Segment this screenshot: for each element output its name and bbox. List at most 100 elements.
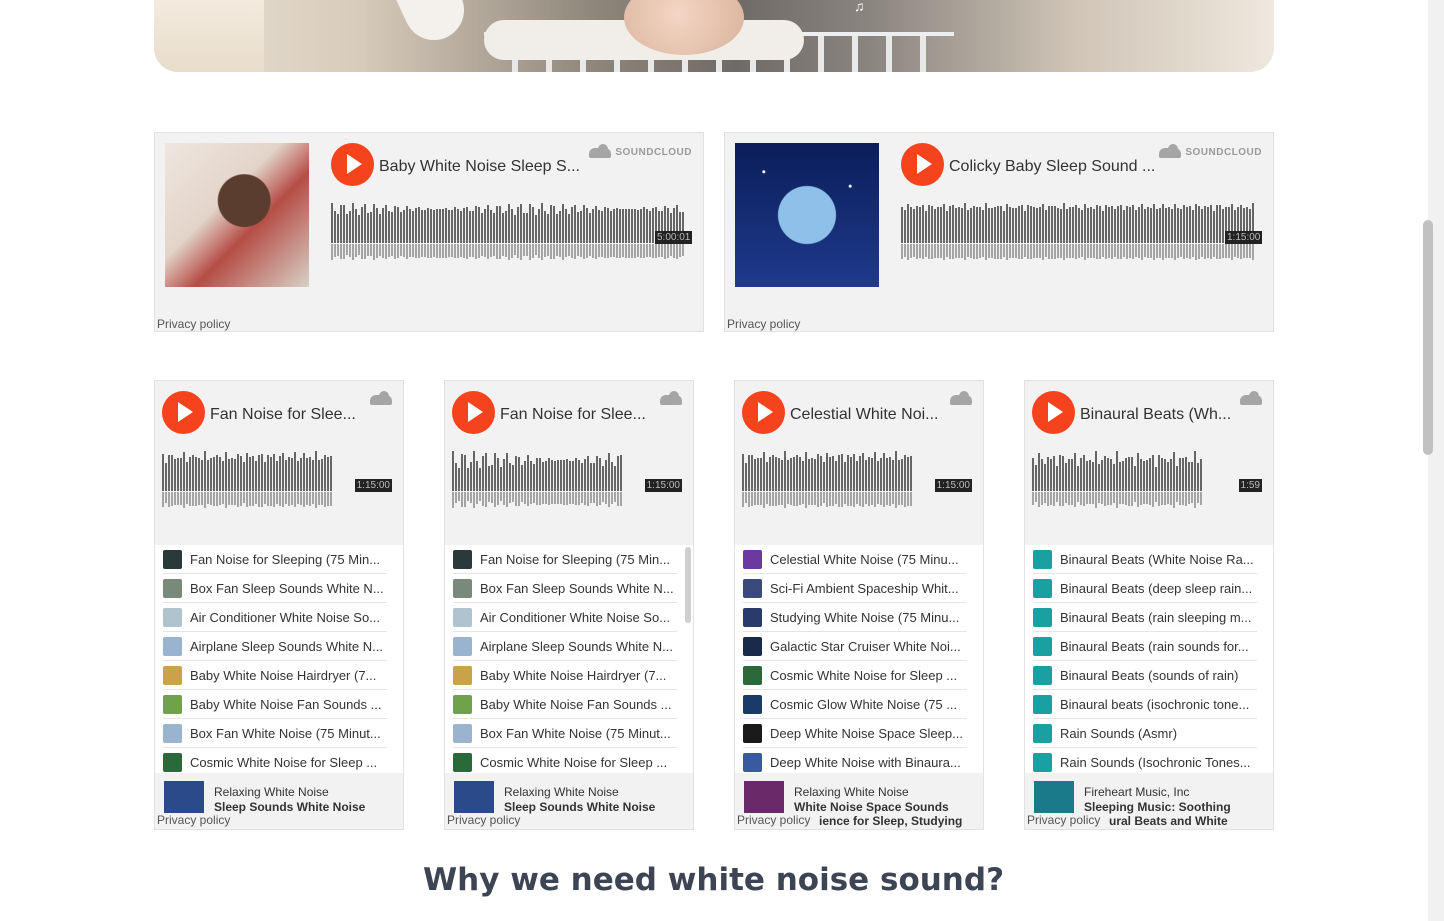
track-thumbnail [1033,665,1052,685]
soundcloud-logo[interactable] [370,391,392,405]
play-button[interactable] [901,143,944,186]
playlist-track[interactable]: Box Fan White Noise (75 Minut... [163,719,387,748]
playlist-track[interactable]: Box Fan White Noise (75 Minut... [453,719,677,748]
track-name: Box Fan Sleep Sounds White N... [480,580,674,596]
play-button[interactable] [742,391,785,434]
playlist-track[interactable]: Binaural Beats (rain sleeping m... [1033,603,1257,632]
playlist-track-list[interactable]: Fan Noise for Sleeping (75 Min... Box Fa… [445,545,693,773]
playlist-track[interactable]: Baby White Noise Fan Sounds ... [453,690,677,719]
track-thumbnail [1033,607,1052,627]
playlist-name[interactable]: Sleeping Music: Soothing [1084,800,1231,814]
playlist-name[interactable]: White Noise Space Sounds [794,800,949,814]
track-thumbnail [453,607,472,627]
playlist-artist[interactable]: Fireheart Music, Inc [1084,785,1189,799]
playlist-track[interactable]: Airplane Sleep Sounds White N... [453,632,677,661]
play-button[interactable] [331,143,374,186]
playlist-track[interactable]: Binaural Beats (sounds of rain) [1033,661,1257,690]
playlist-track[interactable]: Airplane Sleep Sounds White N... [163,632,387,661]
playlist-track[interactable]: Rain Sounds (Isochronic Tones... [1033,748,1257,773]
playlist-track-list[interactable]: Fan Noise for Sleeping (75 Min... Box Fa… [155,545,403,773]
playlist-track[interactable]: Deep White Noise with Binaura... [743,748,967,773]
playlist-track-list[interactable]: Celestial White Noise (75 Minu... Sci-Fi… [735,545,983,773]
playlist-track-list[interactable]: Binaural Beats (White Noise Ra... Binaur… [1025,545,1273,773]
playlist-artist[interactable]: Relaxing White Noise [214,785,329,799]
playlist-track[interactable]: Fan Noise for Sleeping (75 Min... [453,545,677,574]
playlist-track[interactable]: Cosmic Glow White Noise (75 ... [743,690,967,719]
soundcloud-logo[interactable] [1240,391,1262,405]
playlist-name[interactable]: Sleep Sounds White Noise [214,800,365,814]
play-button[interactable] [452,391,495,434]
waveform[interactable] [452,451,622,491]
privacy-policy-link[interactable]: Privacy policy [447,813,521,827]
track-name: Baby White Noise Fan Sounds ... [480,696,672,712]
track-thumbnail [453,578,472,598]
track-title[interactable]: Baby White Noise Sleep S... [379,158,580,176]
playlist-artwork[interactable] [164,781,204,813]
playlist-track[interactable]: Baby White Noise Hairdryer (7... [453,661,677,690]
playlist-track[interactable]: Galactic Star Cruiser White Noi... [743,632,967,661]
playlist-track[interactable]: Rain Sounds (Asmr) [1033,719,1257,748]
play-button[interactable] [162,391,205,434]
hero-lamp [394,0,474,50]
playlist-track[interactable]: Sci-Fi Ambient Spaceship Whit... [743,574,967,603]
waveform[interactable] [162,451,332,491]
playlist-track[interactable]: Binaural beats (isochronic tone... [1033,690,1257,719]
waveform[interactable] [742,451,912,491]
playlist-track[interactable]: Binaural Beats (deep sleep rain... [1033,574,1257,603]
waveform[interactable] [331,203,684,243]
privacy-policy-link[interactable]: Privacy policy [737,813,811,827]
playlist-track[interactable]: Binaural Beats (White Noise Ra... [1033,545,1257,574]
soundcloud-logo[interactable] [950,391,972,405]
soundcloud-logo[interactable] [660,391,682,405]
playlist-track[interactable]: Fan Noise for Sleeping (75 Min... [163,545,387,574]
playlist-track[interactable]: Studying White Noise (75 Minu... [743,603,967,632]
privacy-policy-link[interactable]: Privacy policy [157,813,231,827]
playlist-track[interactable]: Cosmic White Noise for Sleep ... [743,661,967,690]
playlist-footer: Relaxing White Noise White Noise Space S… [735,773,983,829]
playlist-artwork[interactable] [744,781,784,813]
play-button[interactable] [1032,391,1075,434]
playlist-track[interactable]: Cosmic White Noise for Sleep ... [453,748,677,773]
soundcloud-logo[interactable]: SOUNDCLOUD [1159,143,1262,158]
playlist-title[interactable]: Binaural Beats (Wh... [1080,406,1231,424]
playlist-title[interactable]: Celestial White Noi... [790,406,939,424]
playlist-track[interactable]: Deep White Noise Space Sleep... [743,719,967,748]
playlist-track[interactable]: Baby White Noise Fan Sounds ... [163,690,387,719]
playlist-artwork[interactable] [454,781,494,813]
playlist-track[interactable]: Baby White Noise Hairdryer (7... [163,661,387,690]
playlist-artwork[interactable] [1034,781,1074,813]
privacy-policy-link[interactable]: Privacy policy [157,317,230,331]
track-artwork[interactable] [735,143,879,287]
playlist-footer: Relaxing White Noise Sleep Sounds White … [155,773,403,829]
playlist-track[interactable]: Box Fan Sleep Sounds White N... [163,574,387,603]
privacy-policy-link[interactable]: Privacy policy [727,317,800,331]
playlist-track[interactable]: Box Fan Sleep Sounds White N... [453,574,677,603]
page-scrollbar-thumb[interactable] [1423,220,1433,455]
playlist-title[interactable]: Fan Noise for Slee... [500,406,646,424]
playlist-track[interactable]: Celestial White Noise (75 Minu... [743,545,967,574]
track-name: Deep White Noise with Binaura... [770,754,961,770]
page-scrollbar[interactable] [1423,0,1444,921]
soundcloud-logo[interactable]: SOUNDCLOUD [589,143,692,158]
waveform[interactable] [1032,451,1202,491]
track-artwork[interactable] [165,143,309,287]
track-name: Fan Noise for Sleeping (75 Min... [190,551,381,567]
soundcloud-cloud-icon [950,391,972,405]
track-duration: 1:15:00 [354,479,392,492]
playlist-title[interactable]: Fan Noise for Slee... [210,406,356,424]
playlist-track[interactable]: Air Conditioner White Noise So... [163,603,387,632]
playlist-track[interactable]: Cosmic White Noise for Sleep ... [163,748,387,773]
track-title[interactable]: Colicky Baby Sleep Sound ... [949,158,1155,176]
track-thumbnail [163,578,182,598]
playlist-footer: Relaxing White Noise Sleep Sounds White … [445,773,693,829]
track-list-scrollbar[interactable] [685,547,691,623]
playlist-artist[interactable]: Relaxing White Noise [794,785,909,799]
hero-window [154,0,264,72]
playlist-artist[interactable]: Relaxing White Noise [504,785,619,799]
waveform[interactable] [901,203,1254,243]
track-name: Rain Sounds (Isochronic Tones... [1060,754,1251,770]
playlist-name[interactable]: Sleep Sounds White Noise [504,800,655,814]
playlist-track[interactable]: Binaural Beats (rain sounds for... [1033,632,1257,661]
playlist-track[interactable]: Air Conditioner White Noise So... [453,603,677,632]
privacy-policy-link[interactable]: Privacy policy [1027,813,1101,827]
